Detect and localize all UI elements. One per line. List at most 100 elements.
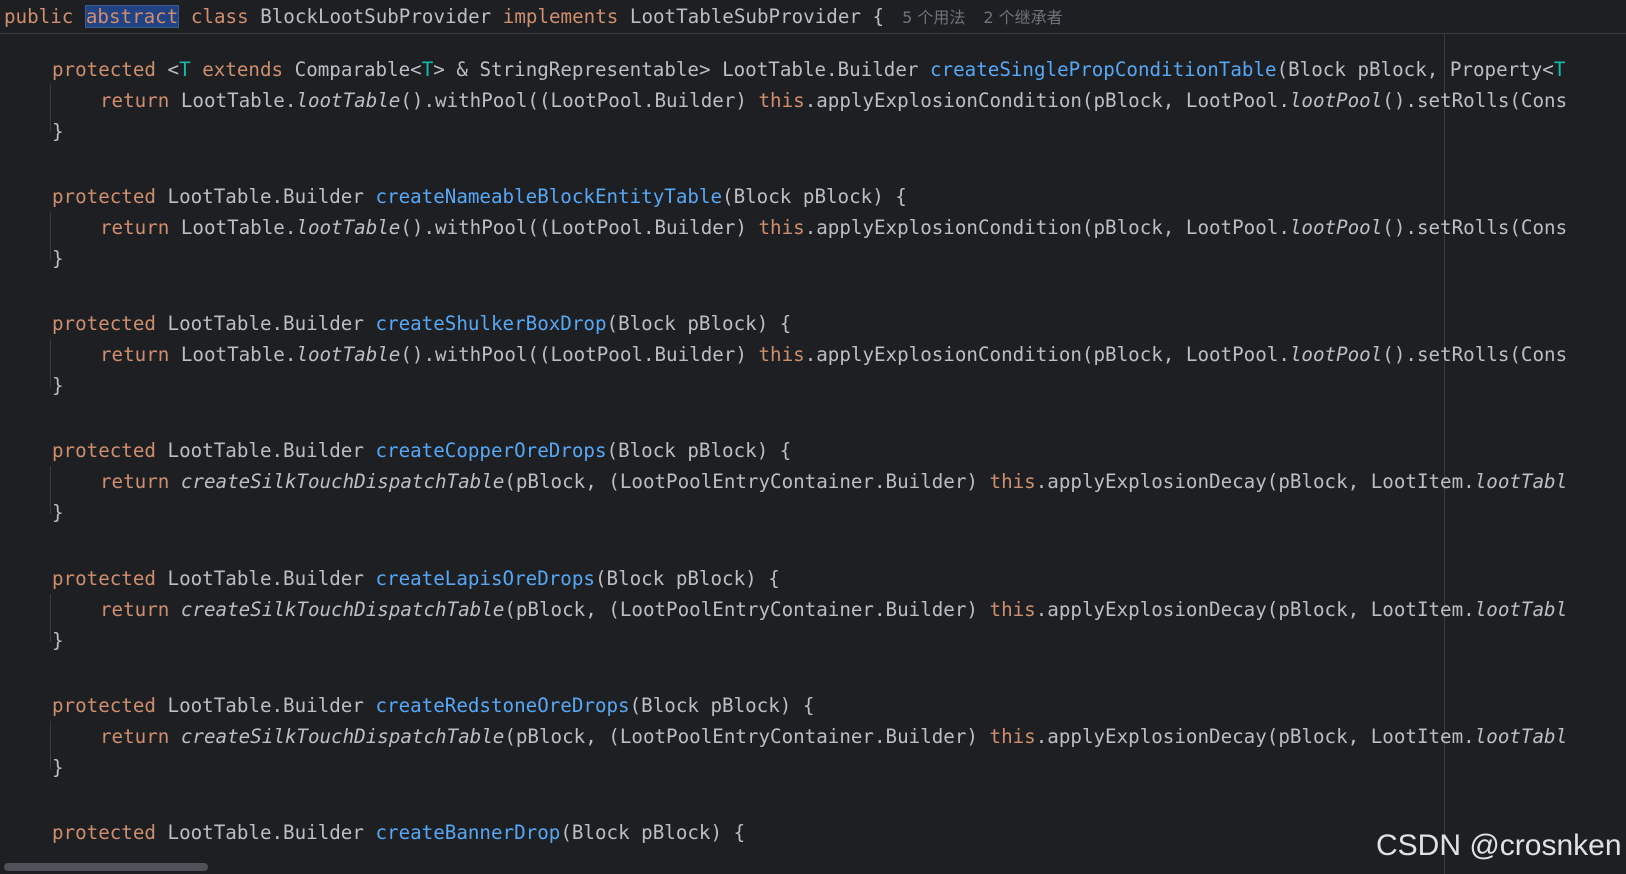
closing-brace: }: [52, 374, 64, 397]
code-text: ().setRolls(Cons: [1382, 89, 1568, 112]
horizontal-scrollbar-thumb[interactable]: [4, 863, 208, 871]
indent-guide: [50, 721, 51, 769]
indent-guide: [50, 594, 51, 642]
code-text: (pBlock, (LootPoolEntryContainer.Builder…: [504, 598, 990, 621]
closing-brace: }: [52, 629, 64, 652]
method-signature-line[interactable]: protected LootTable.Builder createCopper…: [52, 435, 791, 467]
keyword-this: this: [758, 216, 805, 239]
type-param: T: [421, 58, 434, 81]
keyword-return: return: [100, 343, 170, 366]
keyword-abstract-selected[interactable]: abstract: [84, 5, 180, 28]
return-type: LootTable.Builder: [722, 58, 931, 81]
method-name[interactable]: createRedstoneOreDrops: [375, 694, 629, 717]
code-text: .applyExplosionDecay(pBlock, LootItem.: [1035, 470, 1475, 493]
method-params: (Block pBlock) {: [594, 567, 780, 590]
method-params: (Block pBlock, Property<: [1276, 58, 1554, 81]
static-call[interactable]: lootTable: [296, 216, 400, 239]
static-call[interactable]: createSilkTouchDispatchTable: [181, 470, 504, 493]
code-text: .applyExplosionDecay(pBlock, LootItem.: [1035, 598, 1475, 621]
code-text: LootTable.: [169, 343, 297, 366]
static-call[interactable]: lootTable: [296, 89, 400, 112]
keyword-this: this: [989, 725, 1036, 748]
code-text: LootTable.: [169, 216, 297, 239]
static-call[interactable]: lootTable: [296, 343, 400, 366]
indent-guide: [50, 339, 51, 387]
method-signature-line[interactable]: protected <T extends Comparable<T> & Str…: [52, 54, 1565, 86]
keyword-this: this: [758, 89, 805, 112]
method-body-line[interactable]: return LootTable.lootTable().withPool((L…: [100, 212, 1567, 244]
method-name[interactable]: createShulkerBoxDrop: [375, 312, 606, 335]
code-text: ().setRolls(Cons: [1382, 343, 1568, 366]
method-params: (Block pBlock) {: [560, 821, 746, 844]
method-signature-line[interactable]: protected LootTable.Builder createNameab…: [52, 181, 907, 213]
generic-bound: Comparable<: [283, 58, 422, 81]
method-signature-line[interactable]: protected LootTable.Builder createLapisO…: [52, 563, 780, 595]
closing-brace: }: [52, 501, 64, 524]
keyword-this: this: [758, 343, 805, 366]
code-text: ().withPool((LootPool.Builder): [400, 343, 759, 366]
return-type: LootTable.Builder: [167, 821, 376, 844]
keyword-return: return: [100, 470, 170, 493]
generic-open: <: [167, 58, 180, 81]
inheritors-hint[interactable]: 2 个继承者: [983, 8, 1062, 27]
method-name[interactable]: createCopperOreDrops: [375, 439, 606, 462]
method-body-line[interactable]: return LootTable.lootTable().withPool((L…: [100, 85, 1567, 117]
keyword-implements: implements: [502, 5, 619, 28]
return-type: LootTable.Builder: [167, 312, 376, 335]
keyword-protected: protected: [52, 821, 156, 844]
method-signature-line[interactable]: protected LootTable.Builder createBanner…: [52, 817, 745, 849]
method-body-line[interactable]: return createSilkTouchDispatchTable(pBlo…: [100, 594, 1567, 626]
indent-guide: [50, 84, 51, 132]
keyword-this: this: [989, 598, 1036, 621]
method-name[interactable]: createSinglePropConditionTable: [930, 58, 1277, 81]
static-call[interactable]: lootPool: [1290, 343, 1382, 366]
method-name[interactable]: createLapisOreDrops: [375, 567, 595, 590]
keyword-protected: protected: [52, 185, 156, 208]
generic-rest: > & StringRepresentable>: [433, 58, 723, 81]
static-call[interactable]: createSilkTouchDispatchTable: [181, 725, 504, 748]
class-declaration-line[interactable]: public abstract class BlockLootSubProvid…: [4, 2, 1063, 32]
interface-name[interactable]: LootTableSubProvider: [630, 5, 861, 28]
method-name[interactable]: createNameableBlockEntityTable: [375, 185, 722, 208]
closing-brace: }: [52, 120, 64, 143]
usages-hint[interactable]: 5 个用法: [902, 8, 965, 27]
keyword-protected: protected: [52, 567, 156, 590]
keyword-protected: protected: [52, 312, 156, 335]
static-call[interactable]: lootPool: [1290, 216, 1382, 239]
method-body-line[interactable]: return LootTable.lootTable().withPool((L…: [100, 339, 1567, 371]
static-call[interactable]: lootTabl: [1475, 470, 1567, 493]
class-name[interactable]: BlockLootSubProvider: [260, 5, 491, 28]
type-param: T: [1553, 58, 1566, 81]
method-body-line[interactable]: return createSilkTouchDispatchTable(pBlo…: [100, 466, 1567, 498]
method-params: (Block pBlock) {: [629, 694, 815, 717]
method-signature-line[interactable]: protected LootTable.Builder createShulke…: [52, 308, 791, 340]
watermark-text: CSDN @crosnken: [1376, 829, 1622, 862]
return-type: LootTable.Builder: [167, 694, 376, 717]
indent-guide: [50, 212, 51, 260]
code-text: LootTable.: [169, 89, 297, 112]
static-call[interactable]: createSilkTouchDispatchTable: [181, 598, 504, 621]
keyword-return: return: [100, 725, 170, 748]
class-open-brace: {: [872, 5, 885, 28]
type-param: T: [179, 58, 191, 81]
code-text: ().setRolls(Cons: [1382, 216, 1568, 239]
keyword-return: return: [100, 89, 170, 112]
keyword-return: return: [100, 598, 170, 621]
code-text: .applyExplosionCondition(pBlock, LootPoo…: [804, 343, 1290, 366]
code-text: .applyExplosionCondition(pBlock, LootPoo…: [804, 89, 1290, 112]
code-text: (pBlock, (LootPoolEntryContainer.Builder…: [504, 725, 990, 748]
code-text: .applyExplosionDecay(pBlock, LootItem.: [1035, 725, 1475, 748]
static-call[interactable]: lootTabl: [1475, 725, 1567, 748]
method-params: (Block pBlock) {: [606, 312, 792, 335]
keyword-protected: protected: [52, 58, 156, 81]
static-call[interactable]: lootTabl: [1475, 598, 1567, 621]
code-editor[interactable]: public abstract class BlockLootSubProvid…: [0, 0, 1626, 874]
keyword-this: this: [989, 470, 1036, 493]
keyword-protected: protected: [52, 694, 156, 717]
method-name[interactable]: createBannerDrop: [375, 821, 560, 844]
method-params: (Block pBlock) {: [722, 185, 907, 208]
method-signature-line[interactable]: protected LootTable.Builder createRedsto…: [52, 690, 814, 722]
static-call[interactable]: lootPool: [1290, 89, 1382, 112]
method-body-line[interactable]: return createSilkTouchDispatchTable(pBlo…: [100, 721, 1567, 753]
return-type: LootTable.Builder: [167, 567, 376, 590]
